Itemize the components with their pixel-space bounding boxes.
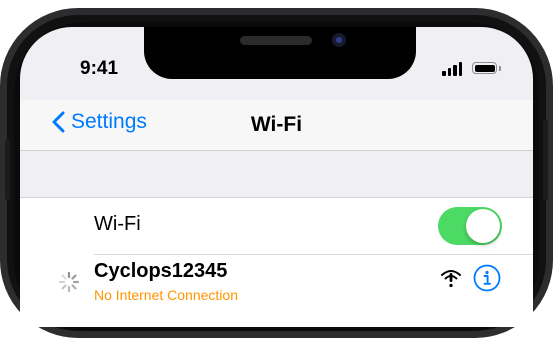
wifi-settings-group: Wi-Fi Cyclops12345 No Internet Connectio… [20, 197, 533, 327]
network-name: Cyclops12345 [94, 260, 228, 282]
toggle-knob [466, 209, 500, 243]
cellular-signal-icon [442, 62, 464, 76]
wifi-row-label: Wi-Fi [94, 213, 141, 235]
page-title: Wi-Fi [250, 113, 303, 136]
notch [144, 27, 416, 79]
battery-icon [472, 62, 497, 74]
navigation-bar: Settings Wi-Fi [20, 100, 533, 151]
network-status: No Internet Connection [94, 287, 238, 303]
network-row[interactable]: Cyclops12345 No Internet Connection [20, 255, 533, 315]
status-time: 9:41 [80, 58, 119, 79]
phone-screen: 9:41 Settings Wi-Fi Wi-Fi Cyclops12345 N… [20, 27, 533, 327]
spinner-icon [58, 271, 80, 293]
battery-tip [499, 66, 501, 71]
volume-button [5, 140, 10, 200]
info-icon[interactable] [473, 264, 501, 292]
wifi-toggle[interactable] [438, 207, 502, 245]
power-button [543, 120, 548, 200]
front-camera-icon [332, 33, 346, 47]
earpiece-speaker [240, 36, 312, 45]
wifi-toggle-row: Wi-Fi [20, 198, 533, 254]
wifi-warning-icon [441, 270, 461, 288]
